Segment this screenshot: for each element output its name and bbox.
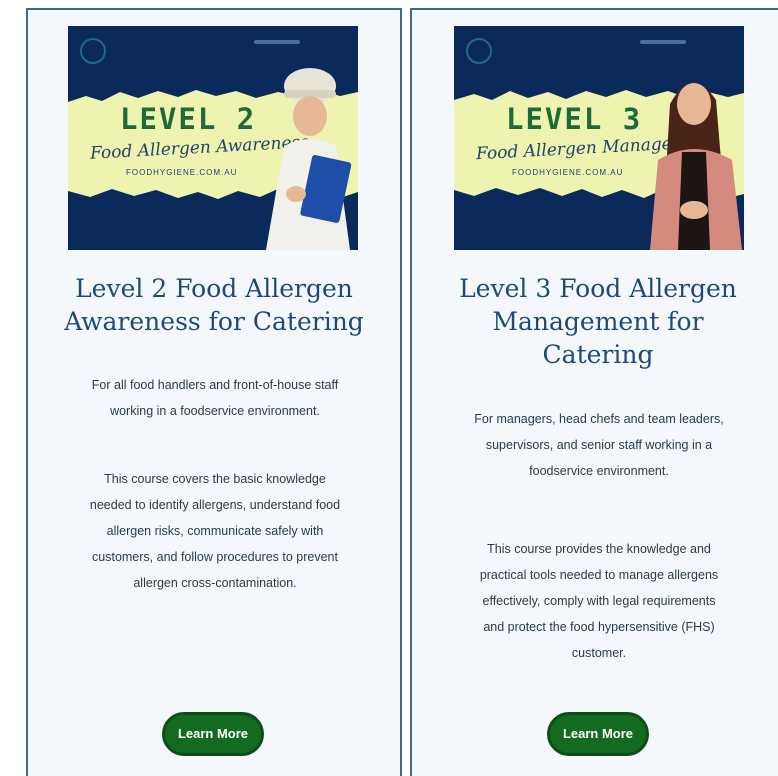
course-summary: This course provides the knowledge and p… (479, 542, 719, 660)
course-banner-image: LEVEL 3 Food Allergen Management FOODHYG… (454, 26, 744, 250)
banner-url-text: FOODHYGIENE.COM.AU (126, 168, 238, 177)
course-audience: For managers, head chefs and team leader… (474, 412, 724, 478)
brand-logo-icon (80, 38, 106, 64)
banner-url-text: FOODHYGIENE.COM.AU (512, 168, 624, 177)
banner-header-bar (254, 40, 300, 44)
course-audience: For all food handlers and front-of-house… (91, 378, 339, 418)
course-card-level-3: LEVEL 3 Food Allergen Management FOODHYG… (410, 8, 778, 776)
course-summary: This course covers the basic knowledge n… (89, 472, 341, 590)
banner-level-text: LEVEL 2 (120, 102, 257, 136)
course-banner-image: LEVEL 2 Food Allergen Awareness FOODHYGI… (68, 26, 358, 250)
course-cards-page: LEVEL 2 Food Allergen Awareness FOODHYGI… (0, 0, 778, 776)
learn-more-button[interactable]: Learn More (547, 712, 649, 756)
manager-photo (650, 82, 742, 250)
banner-level-text: LEVEL 3 (506, 102, 643, 136)
chef-photo (266, 68, 352, 250)
banner-header-bar (640, 40, 686, 44)
course-title: Level 3 Food Allergen Management for Cat… (459, 274, 737, 369)
course-title: Level 2 Food Allergen Awareness for Cate… (64, 274, 364, 336)
learn-more-button[interactable]: Learn More (162, 712, 264, 756)
brand-logo-icon (466, 38, 492, 64)
course-card-level-2: LEVEL 2 Food Allergen Awareness FOODHYGI… (26, 8, 402, 776)
